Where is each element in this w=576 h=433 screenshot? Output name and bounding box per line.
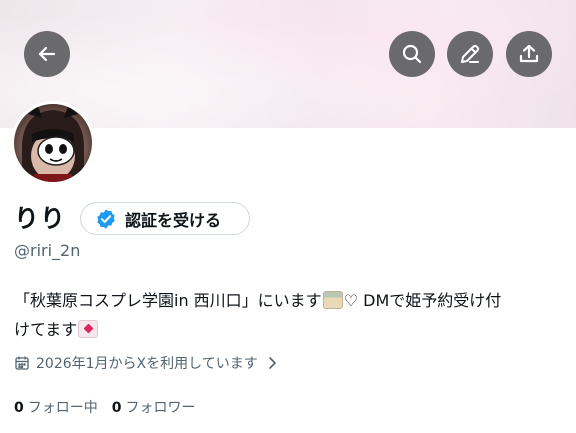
followers-count: 0 xyxy=(111,400,122,416)
profile-bio: 「秋葉原コスプレ学園in 西川口」にいます ♡ DMで姫予約受け付 けてます xyxy=(14,286,566,344)
follow-stats: 0 フォロー中 0 フォロワー xyxy=(14,397,196,417)
following-label: フォロー中 xyxy=(27,400,98,416)
school-emoji-icon xyxy=(322,291,343,309)
calendar-icon xyxy=(15,356,29,370)
love-letter-emoji-icon xyxy=(78,320,99,338)
display-name: りり xyxy=(14,204,67,233)
back-button[interactable] xyxy=(24,31,70,77)
avatar[interactable] xyxy=(11,101,95,185)
chevron-right-icon xyxy=(268,357,276,369)
following-count: 0 xyxy=(14,400,24,416)
get-verified-button[interactable]: 認証を受ける xyxy=(80,202,250,235)
verified-badge-icon xyxy=(97,208,115,229)
pencil-icon xyxy=(461,44,480,63)
followers-label: フォロワー xyxy=(125,400,196,416)
joined-text: 2026年1月からXを利用しています xyxy=(36,356,258,372)
arrow-left-icon xyxy=(38,46,56,62)
following-link[interactable]: 0 フォロー中 xyxy=(14,397,98,417)
followers-link[interactable]: 0 フォロワー xyxy=(112,397,196,417)
bio-text-part-2: ♡ DMで姫予約受け付 xyxy=(343,291,502,310)
search-button[interactable] xyxy=(389,31,435,77)
avatar-image xyxy=(14,104,92,182)
share-button[interactable] xyxy=(506,31,552,77)
bio-text-part-1: 「秋葉原コスプレ学園in 西川口」にいます xyxy=(14,291,322,310)
share-icon xyxy=(519,44,539,63)
bio-line-2: けてます xyxy=(14,315,566,344)
user-handle: @riri_2n xyxy=(14,241,81,260)
bio-line-1: 「秋葉原コスプレ学園in 西川口」にいます ♡ DMで姫予約受け付 xyxy=(14,286,566,315)
search-icon xyxy=(402,44,422,64)
get-verified-label: 認証を受ける xyxy=(125,210,222,230)
bio-text-part-3: けてます xyxy=(14,320,78,339)
edit-button[interactable] xyxy=(447,31,493,77)
joined-date[interactable]: 2026年1月からXを利用しています xyxy=(14,353,280,373)
